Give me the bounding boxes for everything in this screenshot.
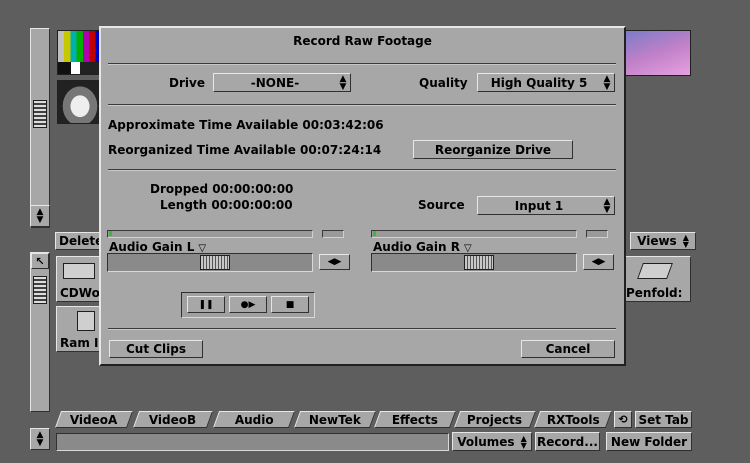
- left-scrollbar[interactable]: [30, 28, 50, 228]
- stop-button[interactable]: ■: [271, 296, 309, 313]
- audio-meter-right: [371, 230, 577, 238]
- folder-item-left[interactable]: CDWo: [56, 256, 102, 302]
- tab-projects[interactable]: Projects: [453, 411, 537, 428]
- record-play-button[interactable]: ●▶: [229, 296, 267, 313]
- audio-gain-l-arrows[interactable]: ◀▶: [319, 254, 350, 270]
- new-folder-button[interactable]: New Folder: [606, 432, 692, 451]
- length-text: Length 00:00:00:00: [160, 198, 293, 212]
- audio-gain-r-label: Audio Gain R ▽: [373, 240, 472, 254]
- drive-value: -NONE-: [250, 75, 300, 90]
- views-button[interactable]: Views ▲ ▼: [630, 232, 696, 250]
- divider: [108, 104, 616, 106]
- audio-gain-r-arrows[interactable]: ◀▶: [583, 254, 614, 270]
- delete-button[interactable]: Delete: [55, 232, 103, 250]
- pause-icon: ❚❚: [198, 299, 214, 310]
- audio-meter-left: [107, 230, 313, 238]
- quality-value: High Quality 5: [490, 75, 588, 90]
- meter-level: [109, 231, 112, 236]
- divider: [108, 169, 616, 171]
- slider-knob[interactable]: [200, 255, 230, 270]
- audio-peak-right: [586, 230, 608, 238]
- scroll-corner-arrow-icon[interactable]: ↖: [31, 253, 49, 269]
- source-dropdown[interactable]: Input 1 ▲ ▼: [477, 196, 615, 215]
- volumes-button[interactable]: Volumes ▲ ▼: [452, 432, 532, 451]
- views-label: Views: [637, 234, 677, 248]
- cancel-button[interactable]: Cancel: [521, 340, 615, 358]
- ram-label: Ram I: [60, 336, 99, 350]
- drive-dropdown[interactable]: -NONE- ▲ ▼: [213, 73, 351, 92]
- updown-icon: ▲ ▼: [520, 433, 527, 450]
- ram-item[interactable]: Ram I: [56, 306, 102, 352]
- tab-audio[interactable]: Audio: [212, 411, 296, 428]
- cut-clips-button[interactable]: Cut Clips: [109, 340, 203, 358]
- audio-peak-left: [322, 230, 344, 238]
- tab-effects[interactable]: Effects: [373, 411, 457, 428]
- pause-button[interactable]: ❚❚: [187, 296, 225, 313]
- dialog-title: Record Raw Footage: [293, 34, 432, 48]
- meter-level: [373, 231, 376, 236]
- reorg-time-text: Reorganized Time Available 00:07:24:14: [108, 143, 382, 157]
- set-tab-button[interactable]: Set Tab: [635, 411, 692, 428]
- updown-icon: ▲ ▼: [682, 233, 689, 249]
- drive-label: Drive: [169, 76, 205, 90]
- folder-label: CDWo: [60, 286, 100, 300]
- slider-knob[interactable]: [464, 255, 494, 270]
- tab-newtek[interactable]: NewTek: [293, 411, 377, 428]
- penfold-item[interactable]: Penfold:: [625, 256, 691, 302]
- updown-icon: ▲ ▼: [603, 196, 611, 215]
- record-play-icon: ●▶: [240, 299, 256, 310]
- cycle-tab-icon[interactable]: ⟲: [614, 411, 632, 428]
- scroll-grip-icon-2[interactable]: [33, 276, 47, 304]
- updown-icon: ▲ ▼: [603, 73, 611, 92]
- scroll-arrows-icon[interactable]: ▲ ▼: [30, 205, 50, 227]
- penfold-label: Penfold:: [626, 286, 683, 300]
- quality-label: Quality: [419, 76, 468, 90]
- reorganize-drive-button[interactable]: Reorganize Drive: [413, 140, 573, 159]
- drive-icon: [63, 263, 95, 279]
- disk-icon: [77, 311, 95, 331]
- scroll-grip-icon[interactable]: [33, 100, 47, 128]
- divider: [108, 63, 616, 65]
- volumes-label: Volumes: [457, 434, 515, 449]
- tab-videob[interactable]: VideoB: [132, 411, 214, 428]
- audio-gain-l-label: Audio Gain L ▽: [109, 240, 207, 254]
- source-label: Source: [418, 198, 465, 212]
- stop-icon: ■: [285, 299, 295, 310]
- quality-dropdown[interactable]: High Quality 5 ▲ ▼: [477, 73, 615, 92]
- record-button[interactable]: Record...: [535, 432, 600, 451]
- audio-gain-r-slider[interactable]: [371, 253, 577, 272]
- tab-videoa[interactable]: VideoA: [54, 411, 134, 428]
- dropped-text: Dropped 00:00:00:00: [150, 182, 294, 196]
- audio-gain-l-slider[interactable]: [107, 253, 313, 272]
- approx-time-text: Approximate Time Available 00:03:42:06: [108, 118, 384, 132]
- drive-icon: [637, 263, 673, 279]
- pink-scene-thumbnail[interactable]: [625, 30, 691, 76]
- thumbnail-bottom-strip: [58, 62, 102, 74]
- source-value: Input 1: [514, 198, 564, 213]
- updown-icon: ▲ ▼: [339, 73, 347, 92]
- scroll-arrows-icon-2[interactable]: ▲ ▼: [30, 428, 50, 450]
- path-field[interactable]: [56, 433, 449, 451]
- car-thumbnail[interactable]: [57, 80, 103, 124]
- divider: [108, 328, 616, 330]
- tab-rxtools[interactable]: RXTools: [533, 411, 613, 428]
